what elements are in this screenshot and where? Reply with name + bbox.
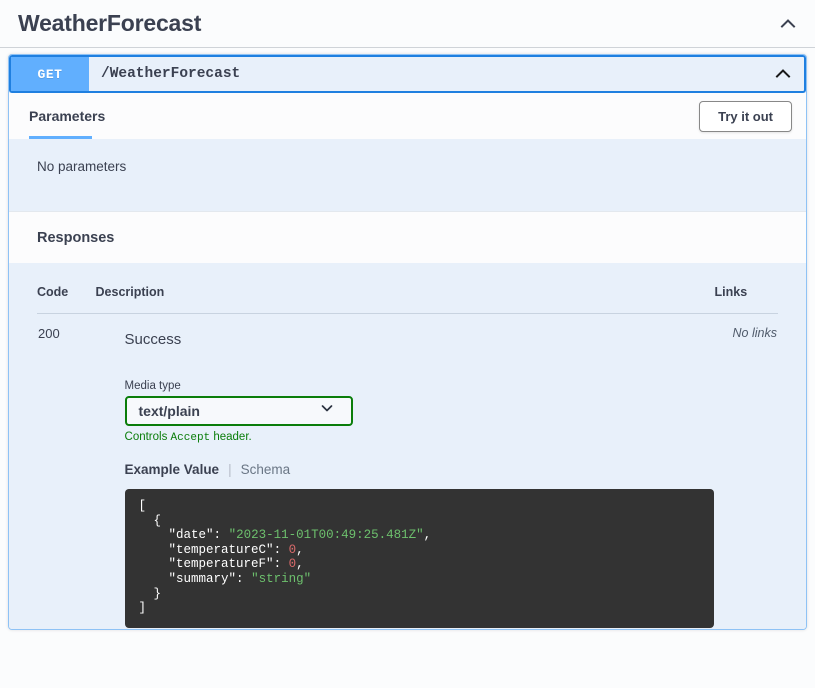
opblock-collapse-toggle[interactable] xyxy=(772,57,804,91)
opblock-summary[interactable]: GET /WeatherForecast xyxy=(9,55,806,93)
tab-schema[interactable]: Schema xyxy=(241,462,291,477)
chevron-down-icon xyxy=(319,400,341,422)
media-hint-suffix: header. xyxy=(210,431,252,443)
response-code: 200 xyxy=(38,326,60,341)
responses-table: Code Description Links 200 Success Media… xyxy=(37,285,778,629)
tab-parameters[interactable]: Parameters xyxy=(29,96,105,137)
operation-path: /WeatherForecast xyxy=(101,66,241,82)
media-type-label: Media type xyxy=(124,380,181,392)
media-type-select[interactable]: text/plain xyxy=(124,396,353,426)
response-links: No links xyxy=(732,326,777,340)
tag-header-weatherforecast[interactable]: WeatherForecast xyxy=(0,0,815,48)
swagger-ui-page: WeatherForecast GET /WeatherForecast Par… xyxy=(0,0,815,688)
example-schema-tabs: Example Value | Schema xyxy=(97,462,714,477)
opblock-get-weatherforecast: GET /WeatherForecast Parameters Try it o… xyxy=(8,54,807,630)
parameters-tabbar: Parameters Try it out xyxy=(9,93,806,139)
opblock-body: Parameters Try it out No parameters Resp… xyxy=(9,93,806,629)
table-row: 200 Success Media type text/plain Contro… xyxy=(37,314,778,629)
responses-header: Responses xyxy=(9,211,806,263)
media-type-hint: Controls Accept header. xyxy=(97,431,714,444)
tab-separator: | xyxy=(228,462,232,477)
example-value-code-block[interactable]: [ { "date": "2023-11-01T00:49:25.481Z", … xyxy=(124,489,714,628)
tab-example-value[interactable]: Example Value xyxy=(125,462,220,477)
operation-wrapper: GET /WeatherForecast Parameters Try it o… xyxy=(0,48,815,638)
column-header-links: Links xyxy=(714,285,778,314)
chevron-up-icon xyxy=(772,63,794,85)
http-method-badge: GET xyxy=(11,57,89,91)
response-description: Success xyxy=(124,331,182,348)
table-header-row: Code Description Links xyxy=(37,285,778,314)
chevron-up-icon[interactable] xyxy=(777,13,799,35)
media-hint-header-name: Accept xyxy=(170,432,211,444)
response-description-cell: Success Media type text/plain Controls A… xyxy=(96,314,715,629)
page-title: WeatherForecast xyxy=(18,10,202,36)
column-header-code: Code xyxy=(37,285,96,314)
media-type-value: text/plain xyxy=(138,403,200,419)
responses-body: Code Description Links 200 Success Media… xyxy=(9,263,806,629)
tab-active-underline xyxy=(29,136,92,139)
no-parameters-message: No parameters xyxy=(9,139,806,211)
try-it-out-button[interactable]: Try it out xyxy=(699,100,792,132)
column-header-description: Description xyxy=(95,285,715,314)
responses-title: Responses xyxy=(37,229,115,246)
media-hint-prefix: Controls xyxy=(124,431,171,443)
